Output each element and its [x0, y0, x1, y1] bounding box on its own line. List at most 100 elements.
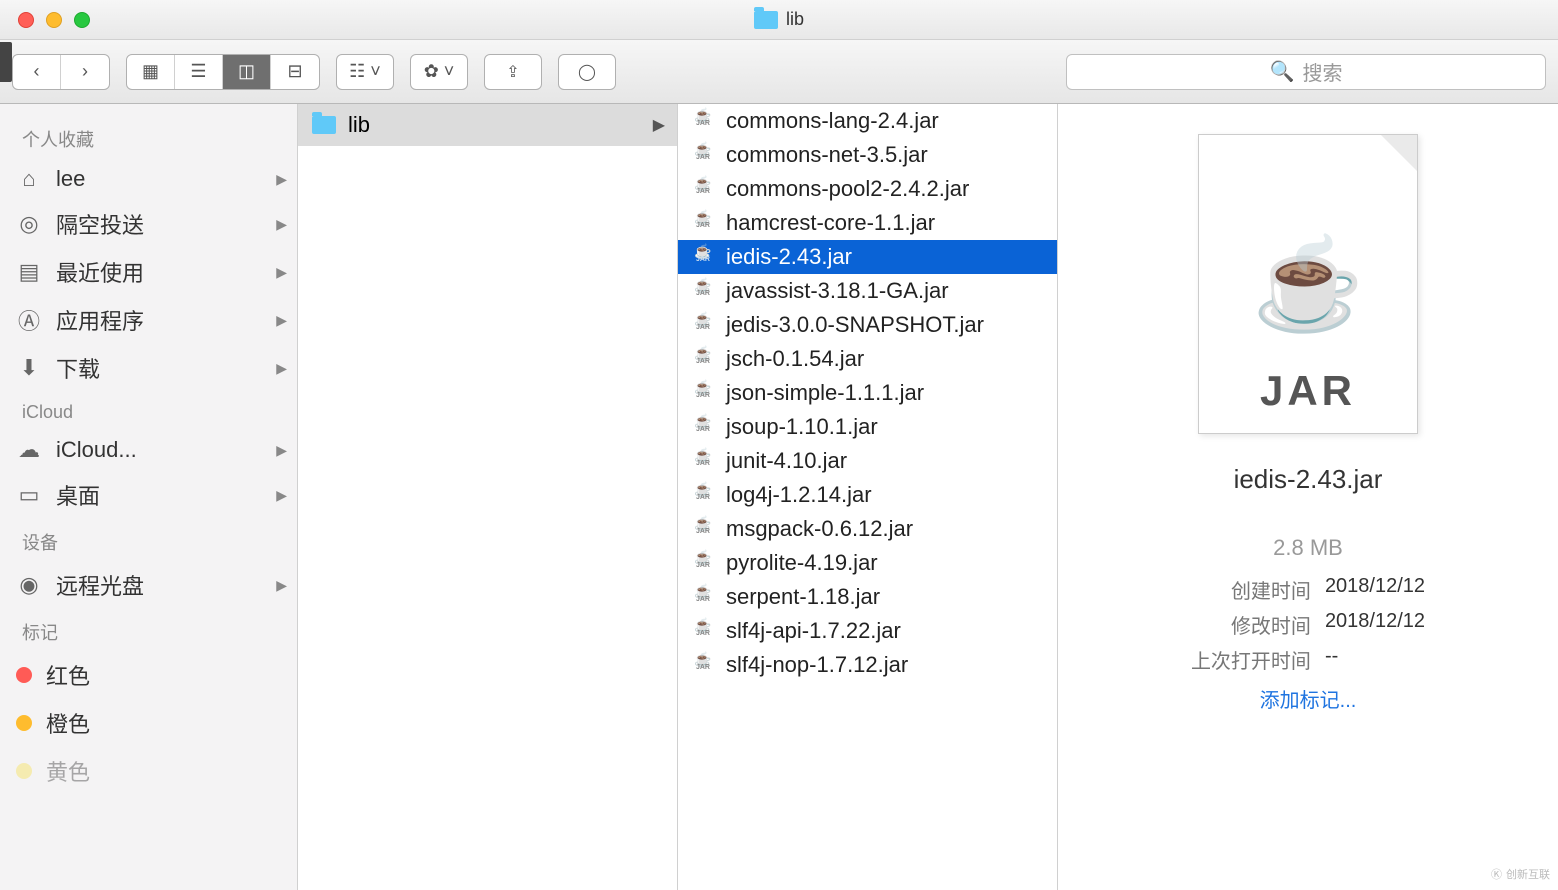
chevron-right-icon: ▶: [276, 360, 287, 377]
file-row[interactable]: ☕JARjunit-4.10.jar: [678, 444, 1057, 478]
file-row[interactable]: ☕JARjavassist-3.18.1-GA.jar: [678, 274, 1057, 308]
chevron-right-icon: ▶: [276, 171, 287, 188]
chevron-right-icon: ▶: [276, 264, 287, 281]
jar-file-icon: ☕JAR: [692, 212, 714, 234]
file-name: commons-pool2-2.4.2.jar: [726, 176, 969, 202]
sidebar-item-icloud[interactable]: ☁iCloud...▶: [0, 429, 297, 471]
file-name: slf4j-api-1.7.22.jar: [726, 618, 901, 644]
meta-opened-value: --: [1325, 645, 1425, 674]
arrange-group: ☷ ˅: [336, 54, 394, 90]
tags-button[interactable]: ◯: [558, 54, 616, 90]
jar-file-icon: ☕JAR: [692, 144, 714, 166]
sidebar-item-label: 下载: [56, 352, 100, 384]
apps-icon: Ⓐ: [16, 307, 42, 333]
icon-view-button[interactable]: ▦: [127, 55, 175, 89]
sidebar-item-label: 远程光盘: [56, 569, 144, 601]
sidebar-tag-red[interactable]: 红色: [0, 651, 297, 699]
sidebar-item-downloads[interactable]: ⬇下载▶: [0, 344, 297, 392]
sidebar: 个人收藏 ⌂lee▶ ◎隔空投送▶ ▤最近使用▶ Ⓐ应用程序▶ ⬇下载▶ iCl…: [0, 104, 298, 890]
meta-modified-label: 修改时间: [1191, 610, 1311, 639]
column-files: ☕JARcommons-lang-2.4.jar☕JARcommons-net-…: [678, 104, 1058, 890]
file-row[interactable]: ☕JARjsch-0.1.54.jar: [678, 342, 1057, 376]
action-button[interactable]: ✿ ˅: [411, 55, 467, 89]
preview-filename: iedis-2.43.jar: [1234, 464, 1383, 495]
sidebar-item-home[interactable]: ⌂ lee ▶: [0, 158, 297, 200]
sidebar-item-label: 最近使用: [56, 256, 144, 288]
file-row[interactable]: ☕JARcommons-net-3.5.jar: [678, 138, 1057, 172]
arrange-button[interactable]: ☷ ˅: [337, 55, 393, 89]
file-row[interactable]: ☕JARjedis-3.0.0-SNAPSHOT.jar: [678, 308, 1057, 342]
recent-icon: ▤: [16, 259, 42, 285]
jar-file-icon: ☕JAR: [692, 382, 714, 404]
file-name: hamcrest-core-1.1.jar: [726, 210, 935, 236]
watermark-text: 创新互联: [1506, 866, 1550, 882]
meta-modified-value: 2018/12/12: [1325, 610, 1425, 639]
add-tag-link[interactable]: 添加标记...: [1260, 684, 1357, 713]
dot-yellow-icon: [16, 763, 32, 779]
sidebar-section-favorites: 个人收藏: [0, 116, 297, 158]
sidebar-item-airdrop[interactable]: ◎ 隔空投送 ▶: [0, 200, 297, 248]
gallery-view-button[interactable]: ⊟: [271, 55, 319, 89]
file-row[interactable]: ☕JARslf4j-nop-1.7.12.jar: [678, 648, 1057, 682]
folder-icon: [312, 116, 336, 134]
preview-doc-label: JAR: [1260, 367, 1356, 415]
java-cup-icon: ☕: [1252, 232, 1364, 337]
sidebar-tag-yellow[interactable]: 黄色: [0, 747, 297, 795]
file-row[interactable]: ☕JARiedis-2.43.jar: [678, 240, 1057, 274]
file-row[interactable]: ☕JAR json-simple-1.1.1.jar: [678, 376, 1057, 410]
file-name: junit-4.10.jar: [726, 448, 847, 474]
search-input[interactable]: 🔍 搜索: [1066, 54, 1546, 90]
column-view-button[interactable]: ◫: [223, 55, 271, 89]
sidebar-item-label: 隔空投送: [56, 208, 144, 240]
dot-red-icon: [16, 667, 32, 683]
file-row[interactable]: ☕JARcommons-pool2-2.4.2.jar: [678, 172, 1057, 206]
sidebar-item-recent[interactable]: ▤ 最近使用 ▶: [0, 248, 297, 296]
forward-button[interactable]: ›: [61, 55, 109, 89]
file-name: json-simple-1.1.1.jar: [726, 380, 924, 406]
back-button[interactable]: ‹: [13, 55, 61, 89]
airdrop-icon: ◎: [16, 211, 42, 237]
close-button[interactable]: [18, 12, 34, 28]
jar-file-icon: ☕JAR: [692, 484, 714, 506]
nav-buttons: ‹ ›: [12, 54, 110, 90]
file-row[interactable]: ☕JAR hamcrest-core-1.1.jar: [678, 206, 1057, 240]
sidebar-item-remote-disc[interactable]: ◉ 远程光盘 ▶: [0, 561, 297, 609]
sidebar-item-label: 红色: [46, 659, 90, 691]
file-row[interactable]: ☕JARcommons-lang-2.4.jar: [678, 104, 1057, 138]
sidebar-item-desktop[interactable]: ▭桌面▶: [0, 471, 297, 519]
chevron-right-icon: ▶: [653, 115, 665, 135]
titlebar: lib: [0, 0, 1558, 40]
column-folders: lib ▶: [298, 104, 678, 890]
chevron-right-icon: ▶: [276, 216, 287, 233]
sidebar-item-label: lee: [56, 166, 85, 192]
window-edge-decoration: [0, 42, 12, 82]
sidebar-item-label: 桌面: [56, 479, 100, 511]
sidebar-tag-orange[interactable]: 橙色: [0, 699, 297, 747]
meta-created-label: 创建时间: [1191, 575, 1311, 604]
folder-icon: [754, 11, 778, 29]
home-icon: ⌂: [16, 166, 42, 192]
chevron-right-icon: ▶: [276, 487, 287, 504]
maximize-button[interactable]: [74, 12, 90, 28]
file-row[interactable]: ☕JARslf4j-api-1.7.22.jar: [678, 614, 1057, 648]
file-row[interactable]: ☕JARmsgpack-0.6.12.jar: [678, 512, 1057, 546]
file-row[interactable]: ☕JARjsoup-1.10.1.jar: [678, 410, 1057, 444]
share-button[interactable]: ⇪: [484, 54, 542, 90]
window-title-text: lib: [786, 9, 804, 30]
content-body: 个人收藏 ⌂lee▶ ◎隔空投送▶ ▤最近使用▶ Ⓐ应用程序▶ ⬇下载▶ iCl…: [0, 104, 1558, 890]
file-name: pyrolite-4.19.jar: [726, 550, 878, 576]
minimize-button[interactable]: [46, 12, 62, 28]
disc-icon: ◉: [16, 572, 42, 598]
file-row[interactable]: ☕JARlog4j-1.2.14.jar: [678, 478, 1057, 512]
chevron-right-icon: ▶: [276, 312, 287, 329]
file-row[interactable]: ☕JARserpent-1.18.jar: [678, 580, 1057, 614]
sidebar-item-label: 橙色: [46, 707, 90, 739]
folder-row-lib[interactable]: lib ▶: [298, 104, 677, 146]
chevron-right-icon: ▶: [276, 577, 287, 594]
sidebar-item-apps[interactable]: Ⓐ应用程序▶: [0, 296, 297, 344]
sidebar-section-icloud: iCloud: [0, 392, 297, 429]
jar-file-icon: ☕JAR: [692, 416, 714, 438]
list-view-button[interactable]: ☰: [175, 55, 223, 89]
jar-file-icon: ☕JAR: [692, 246, 714, 268]
file-row[interactable]: ☕JARpyrolite-4.19.jar: [678, 546, 1057, 580]
